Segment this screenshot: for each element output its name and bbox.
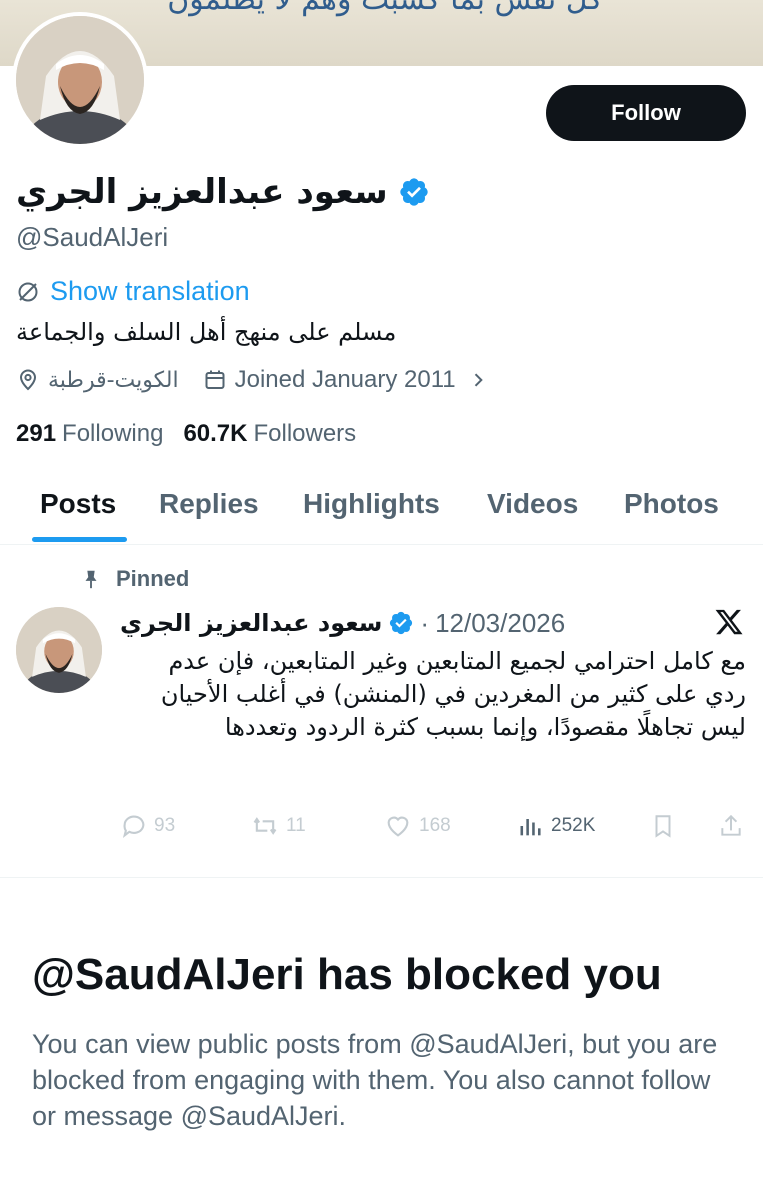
banner-calligraphy: كل نفس بما كسبت وهم لا يظلمون [110, 0, 660, 22]
profile-location: الكويت-قرطبة [48, 367, 179, 393]
show-translation-link[interactable]: Show translation [16, 276, 250, 307]
tab-posts[interactable]: Posts [40, 488, 116, 520]
section-divider [0, 877, 763, 878]
share-icon [721, 814, 741, 836]
post-author-avatar[interactable] [16, 607, 102, 693]
repost-icon [253, 817, 277, 835]
followers-count[interactable]: 60.7K [183, 420, 247, 448]
profile-avatar[interactable] [12, 12, 148, 148]
share-action[interactable] [718, 812, 744, 840]
active-tab-indicator [32, 537, 127, 542]
pin-icon [85, 570, 97, 589]
like-action[interactable]: 168 [383, 812, 451, 840]
blocked-title: @SaudAlJeri has blocked you [32, 950, 662, 999]
tab-videos[interactable]: Videos [487, 488, 578, 520]
views-icon [520, 819, 541, 836]
following-count[interactable]: 291 [16, 420, 56, 448]
bookmark-action[interactable] [650, 812, 676, 840]
views-action[interactable]: 252K [517, 812, 595, 840]
post-author-name[interactable]: سعود عبدالعزيز الجري [120, 609, 382, 637]
avatar-portrait [16, 607, 102, 693]
reply-count: 93 [154, 815, 176, 836]
profile-tabs: Posts Replies Highlights Videos Photos [0, 470, 763, 545]
profile-handle: @SaudAlJeri [16, 222, 169, 252]
like-count: 168 [419, 815, 451, 836]
post-actions: 93 11 168 252K [120, 812, 750, 844]
profile-joined-date: Joined January 2011 [234, 366, 456, 393]
bookmark-icon [655, 815, 671, 838]
x-logo-icon[interactable] [714, 607, 744, 637]
followers-label[interactable]: Followers [253, 420, 356, 448]
post-date[interactable]: 12/03/2026 [435, 608, 565, 639]
post-text: مع كامل احترامي لجميع المتابعين وغير الم… [160, 647, 746, 741]
repost-action[interactable]: 11 [250, 812, 306, 840]
profile-display-name: سعود عبدالعزيز الجري [16, 172, 388, 212]
profile-stats: 291 Following 60.7K Followers [16, 420, 370, 448]
blocked-description: You can view public posts from @SaudAlJe… [32, 1029, 718, 1131]
following-label[interactable]: Following [62, 420, 163, 448]
follow-button[interactable]: Follow [546, 85, 746, 141]
tab-photos[interactable]: Photos [624, 488, 719, 520]
tab-highlights[interactable]: Highlights [303, 488, 440, 520]
reply-action[interactable]: 93 [120, 812, 175, 840]
post-separator: · [420, 607, 430, 638]
tab-replies[interactable]: Replies [159, 488, 259, 520]
repost-count: 11 [286, 815, 306, 836]
location-icon [19, 369, 37, 391]
verified-badge-icon[interactable] [388, 610, 414, 636]
profile-bio: مسلم على منهج أهل السلف والجماعة [16, 318, 397, 346]
pinned-indicator: Pinned [80, 566, 189, 592]
like-icon [387, 816, 409, 837]
avatar-portrait [16, 16, 144, 144]
calendar-icon [205, 370, 225, 389]
profile-name-row: سعود عبدالعزيز الجري [16, 168, 430, 216]
post-header: سعود عبدالعزيز الجري · 12/03/2026 [120, 605, 565, 641]
show-translation-label: Show translation [50, 276, 250, 306]
pinned-label: Pinned [116, 566, 190, 591]
views-count: 252K [551, 815, 596, 836]
chevron-right-icon[interactable] [468, 370, 488, 390]
verified-badge-icon[interactable] [398, 176, 430, 208]
profile-meta: الكويت-قرطبة Joined January 2011 [16, 366, 488, 394]
translate-icon [18, 282, 38, 301]
reply-icon [122, 815, 145, 838]
